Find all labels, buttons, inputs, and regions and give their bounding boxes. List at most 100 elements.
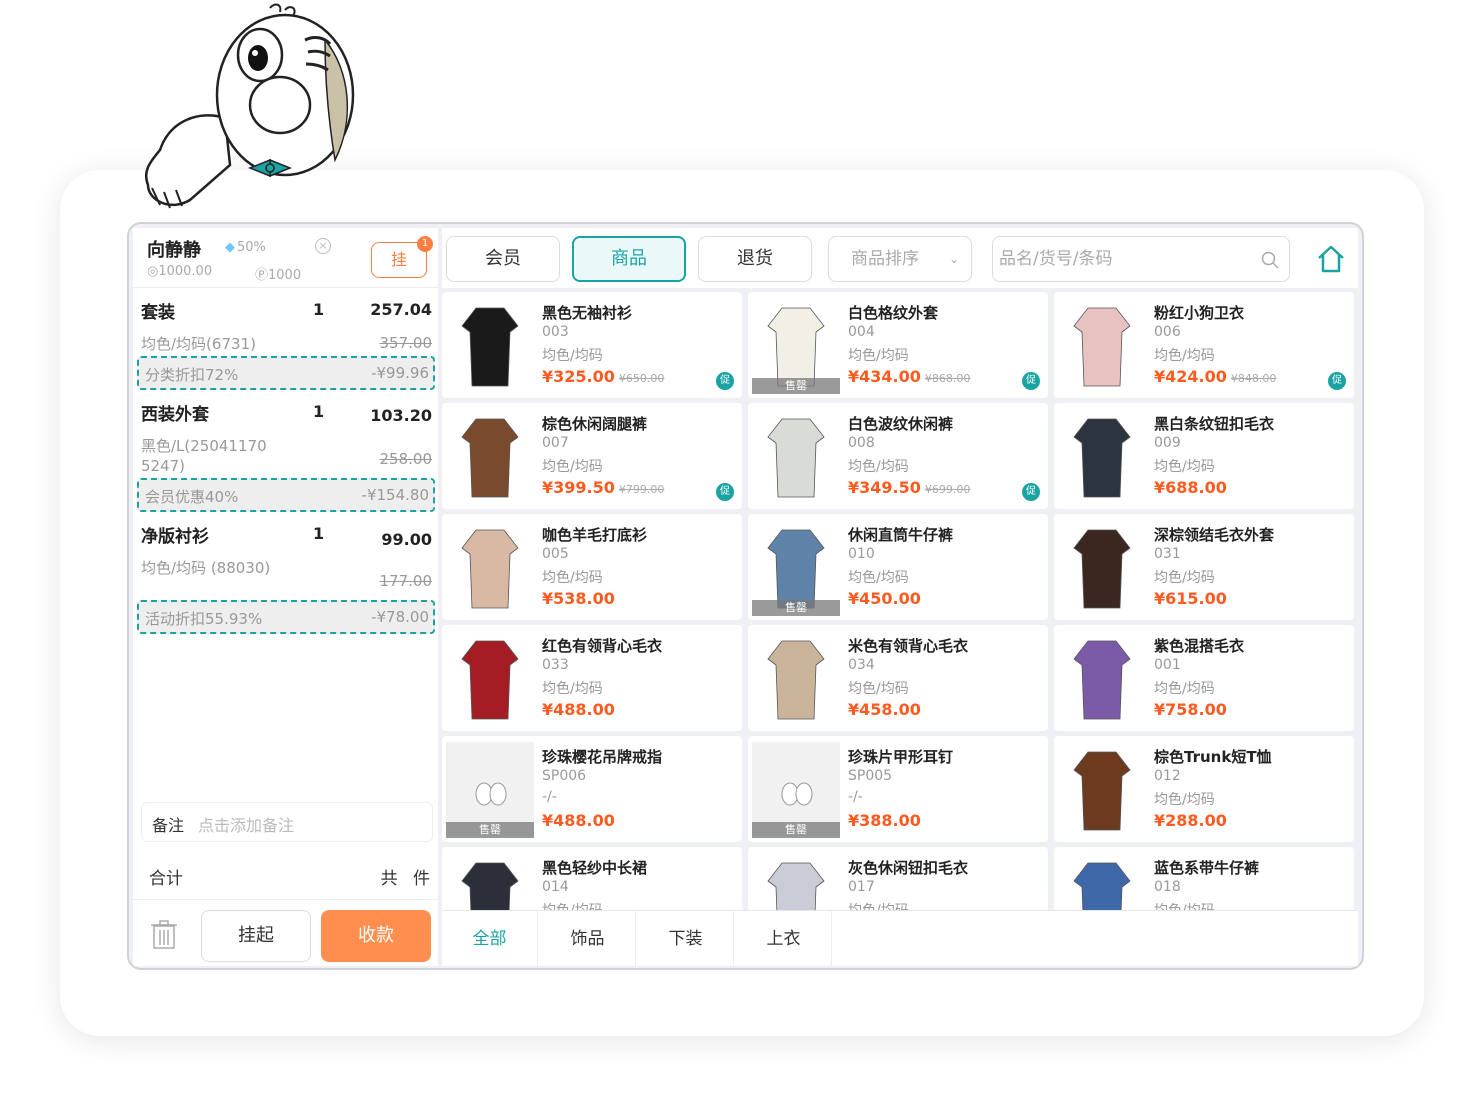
product-price: ¥688.00	[1154, 478, 1227, 497]
member-balance: ◎1000.00	[147, 264, 213, 279]
hold-button[interactable]: 挂起	[201, 910, 311, 962]
discount-label: 活动折扣55.93%	[145, 610, 263, 628]
product-name: 棕色休闲阔腿裤	[542, 415, 648, 433]
product-card[interactable]: 紫色混搭毛衣 001 均色/均码 ¥758.00	[1054, 625, 1354, 731]
product-spec: 均色/均码	[1154, 459, 1215, 475]
remark-input[interactable]: 点击添加备注	[198, 812, 294, 836]
product-image	[1073, 418, 1131, 498]
category-all[interactable]: 全部	[442, 911, 538, 967]
product-card[interactable]: 白色格纹外套 004 均色/均码 ¥434.00 ¥868.00 促 售罄	[748, 292, 1048, 398]
product-card[interactable]: 红色有领背心毛衣 033 均色/均码 ¥488.00	[442, 625, 742, 731]
product-spec: 均色/均码	[1154, 900, 1215, 910]
sold-out-label: 售罄	[752, 378, 840, 394]
product-spec: 均色/均码	[542, 900, 603, 910]
cart-item-discount: 活动折扣55.93% -¥78.00	[137, 600, 435, 634]
product-spec: 均色/均码	[848, 459, 909, 475]
cart-item-qty: 1	[313, 402, 325, 421]
member-name: 向静静	[147, 240, 201, 261]
product-price: ¥615.00	[1154, 589, 1227, 608]
search-input[interactable]: 品名/货号/条码	[992, 236, 1290, 282]
product-name: 棕色Trunk短T恤	[1154, 748, 1272, 766]
discount-label: 会员优惠40%	[145, 488, 239, 506]
cart-item-original-price: 357.00	[379, 334, 433, 352]
product-spec: 均色/均码	[848, 900, 909, 910]
category-accessories[interactable]: 饰品	[540, 911, 636, 967]
product-name: 珍珠片甲形耳钉	[848, 748, 954, 766]
product-image	[461, 418, 519, 498]
product-code: 018	[1154, 879, 1181, 895]
product-price-value: ¥399.50	[542, 478, 615, 497]
sort-select[interactable]: 商品排序 ⌄	[828, 236, 972, 282]
pay-button[interactable]: 收款	[321, 910, 431, 962]
promo-badge: 促	[716, 483, 734, 501]
remark-field[interactable]: 备注 点击添加备注	[141, 802, 433, 842]
search-icon[interactable]	[1261, 251, 1279, 269]
mascot-illustration	[144, 3, 355, 209]
product-card[interactable]: 休闲直筒牛仔裤 010 均色/均码 ¥450.00 售罄	[748, 514, 1048, 620]
trash-icon[interactable]	[151, 920, 177, 950]
product-spec: 均色/均码	[542, 459, 603, 475]
cart-item[interactable]: 西装外套 1 103.20 黑色/L(25041170 5247) 258.00…	[133, 398, 438, 520]
cart-item-price: 257.04	[370, 300, 432, 319]
balance-value: 1000.00	[158, 264, 213, 279]
sold-out-label: 售罄	[752, 822, 840, 838]
product-card[interactable]: 黑色无袖衬衫 003 均色/均码 ¥325.00 ¥650.00 促	[442, 292, 742, 398]
cart-item-qty: 1	[313, 300, 325, 319]
close-icon[interactable]: ×	[315, 238, 331, 254]
discount-value: -¥78.00	[371, 608, 429, 626]
tab-returns[interactable]: 退货	[698, 236, 812, 282]
tab-products[interactable]: 商品	[572, 236, 686, 282]
product-card[interactable]: 咖色羊毛打底衫 005 均色/均码 ¥538.00	[442, 514, 742, 620]
product-card[interactable]: 珍珠片甲形耳钉 SP005 -/- ¥388.00 售罄	[748, 736, 1048, 842]
product-price-value: ¥538.00	[542, 589, 615, 608]
product-price-value: ¥288.00	[1154, 811, 1227, 830]
product-price-value: ¥349.50	[848, 478, 921, 497]
product-card[interactable]: 珍珠樱花吊牌戒指 SP006 -/- ¥488.00 售罄	[442, 736, 742, 842]
product-spec: 均色/均码	[542, 348, 603, 364]
product-name: 红色有领背心毛衣	[542, 637, 663, 655]
points-value: 1000	[268, 268, 302, 283]
home-icon[interactable]	[1316, 244, 1346, 274]
product-card[interactable]: 粉红小狗卫衣 006 均色/均码 ¥424.00 ¥848.00 促	[1054, 292, 1354, 398]
product-card[interactable]: 深棕领结毛衣外套 031 均色/均码 ¥615.00	[1054, 514, 1354, 620]
product-name: 深棕领结毛衣外套	[1154, 526, 1275, 544]
product-grid: 黑色无袖衬衫 003 均色/均码 ¥325.00 ¥650.00 促 白色格纹外套 004 均色…	[442, 292, 1358, 910]
product-spec: -/-	[542, 789, 557, 805]
product-card[interactable]: 灰色休闲钮扣毛衣 017 均色/均码	[748, 847, 1048, 910]
product-spec: 均色/均码	[1154, 681, 1215, 697]
category-bottoms[interactable]: 下装	[638, 911, 734, 967]
product-image	[1073, 307, 1131, 387]
product-card[interactable]: 米色有领背心毛衣 034 均色/均码 ¥458.00	[748, 625, 1048, 731]
sold-out-label: 售罄	[446, 822, 534, 838]
product-name: 灰色休闲钮扣毛衣	[848, 859, 969, 877]
top-bar: 会员 商品 退货 商品排序 ⌄ 品名/货号/条码	[442, 228, 1358, 288]
member-header[interactable]: 向静静 ◆ 50% × ◎1000.00 Ⓟ1000 挂 1	[133, 228, 438, 288]
product-price: ¥488.00	[542, 811, 615, 830]
cart-item-qty: 1	[313, 524, 325, 543]
cart-item-name: 套装	[141, 303, 175, 323]
product-price-value: ¥758.00	[1154, 700, 1227, 719]
cart-item[interactable]: 净版衬衫 1 99.00 均色/均码 (88030) 177.00 活动折扣55…	[133, 520, 438, 642]
product-image	[767, 862, 825, 910]
cart-item[interactable]: 套装 1 257.04 均色/均码(6731) 357.00 分类折扣72% -…	[133, 296, 438, 408]
product-image	[1073, 751, 1131, 831]
product-card[interactable]: 白色波纹休闲裤 008 均色/均码 ¥349.50 ¥699.00 促	[748, 403, 1048, 509]
product-card[interactable]: 蓝色系带牛仔裤 018 均色/均码	[1054, 847, 1354, 910]
cart-item-price: 103.20	[370, 406, 432, 425]
product-card[interactable]: 黑白条纹钮扣毛衣 009 均色/均码 ¥688.00	[1054, 403, 1354, 509]
category-tops[interactable]: 上衣	[736, 911, 832, 967]
member-discount-value: 50%	[237, 240, 266, 255]
tab-member[interactable]: 会员	[446, 236, 560, 282]
product-name: 黑白条纹钮扣毛衣	[1154, 415, 1275, 433]
product-name: 白色波纹休闲裤	[848, 415, 954, 433]
product-card[interactable]: 棕色Trunk短T恤 012 均色/均码 ¥288.00	[1054, 736, 1354, 842]
product-price: ¥325.00 ¥650.00	[542, 367, 664, 386]
product-code: 014	[542, 879, 569, 895]
product-code: 033	[542, 657, 569, 673]
product-code: 009	[1154, 435, 1181, 451]
product-original-price: ¥799.00	[618, 483, 665, 496]
product-card[interactable]: 棕色休闲阔腿裤 007 均色/均码 ¥399.50 ¥799.00 促	[442, 403, 742, 509]
product-card[interactable]: 黑色轻纱中长裙 014 均色/均码	[442, 847, 742, 910]
product-code: 001	[1154, 657, 1181, 673]
product-spec: 均色/均码	[542, 570, 603, 586]
